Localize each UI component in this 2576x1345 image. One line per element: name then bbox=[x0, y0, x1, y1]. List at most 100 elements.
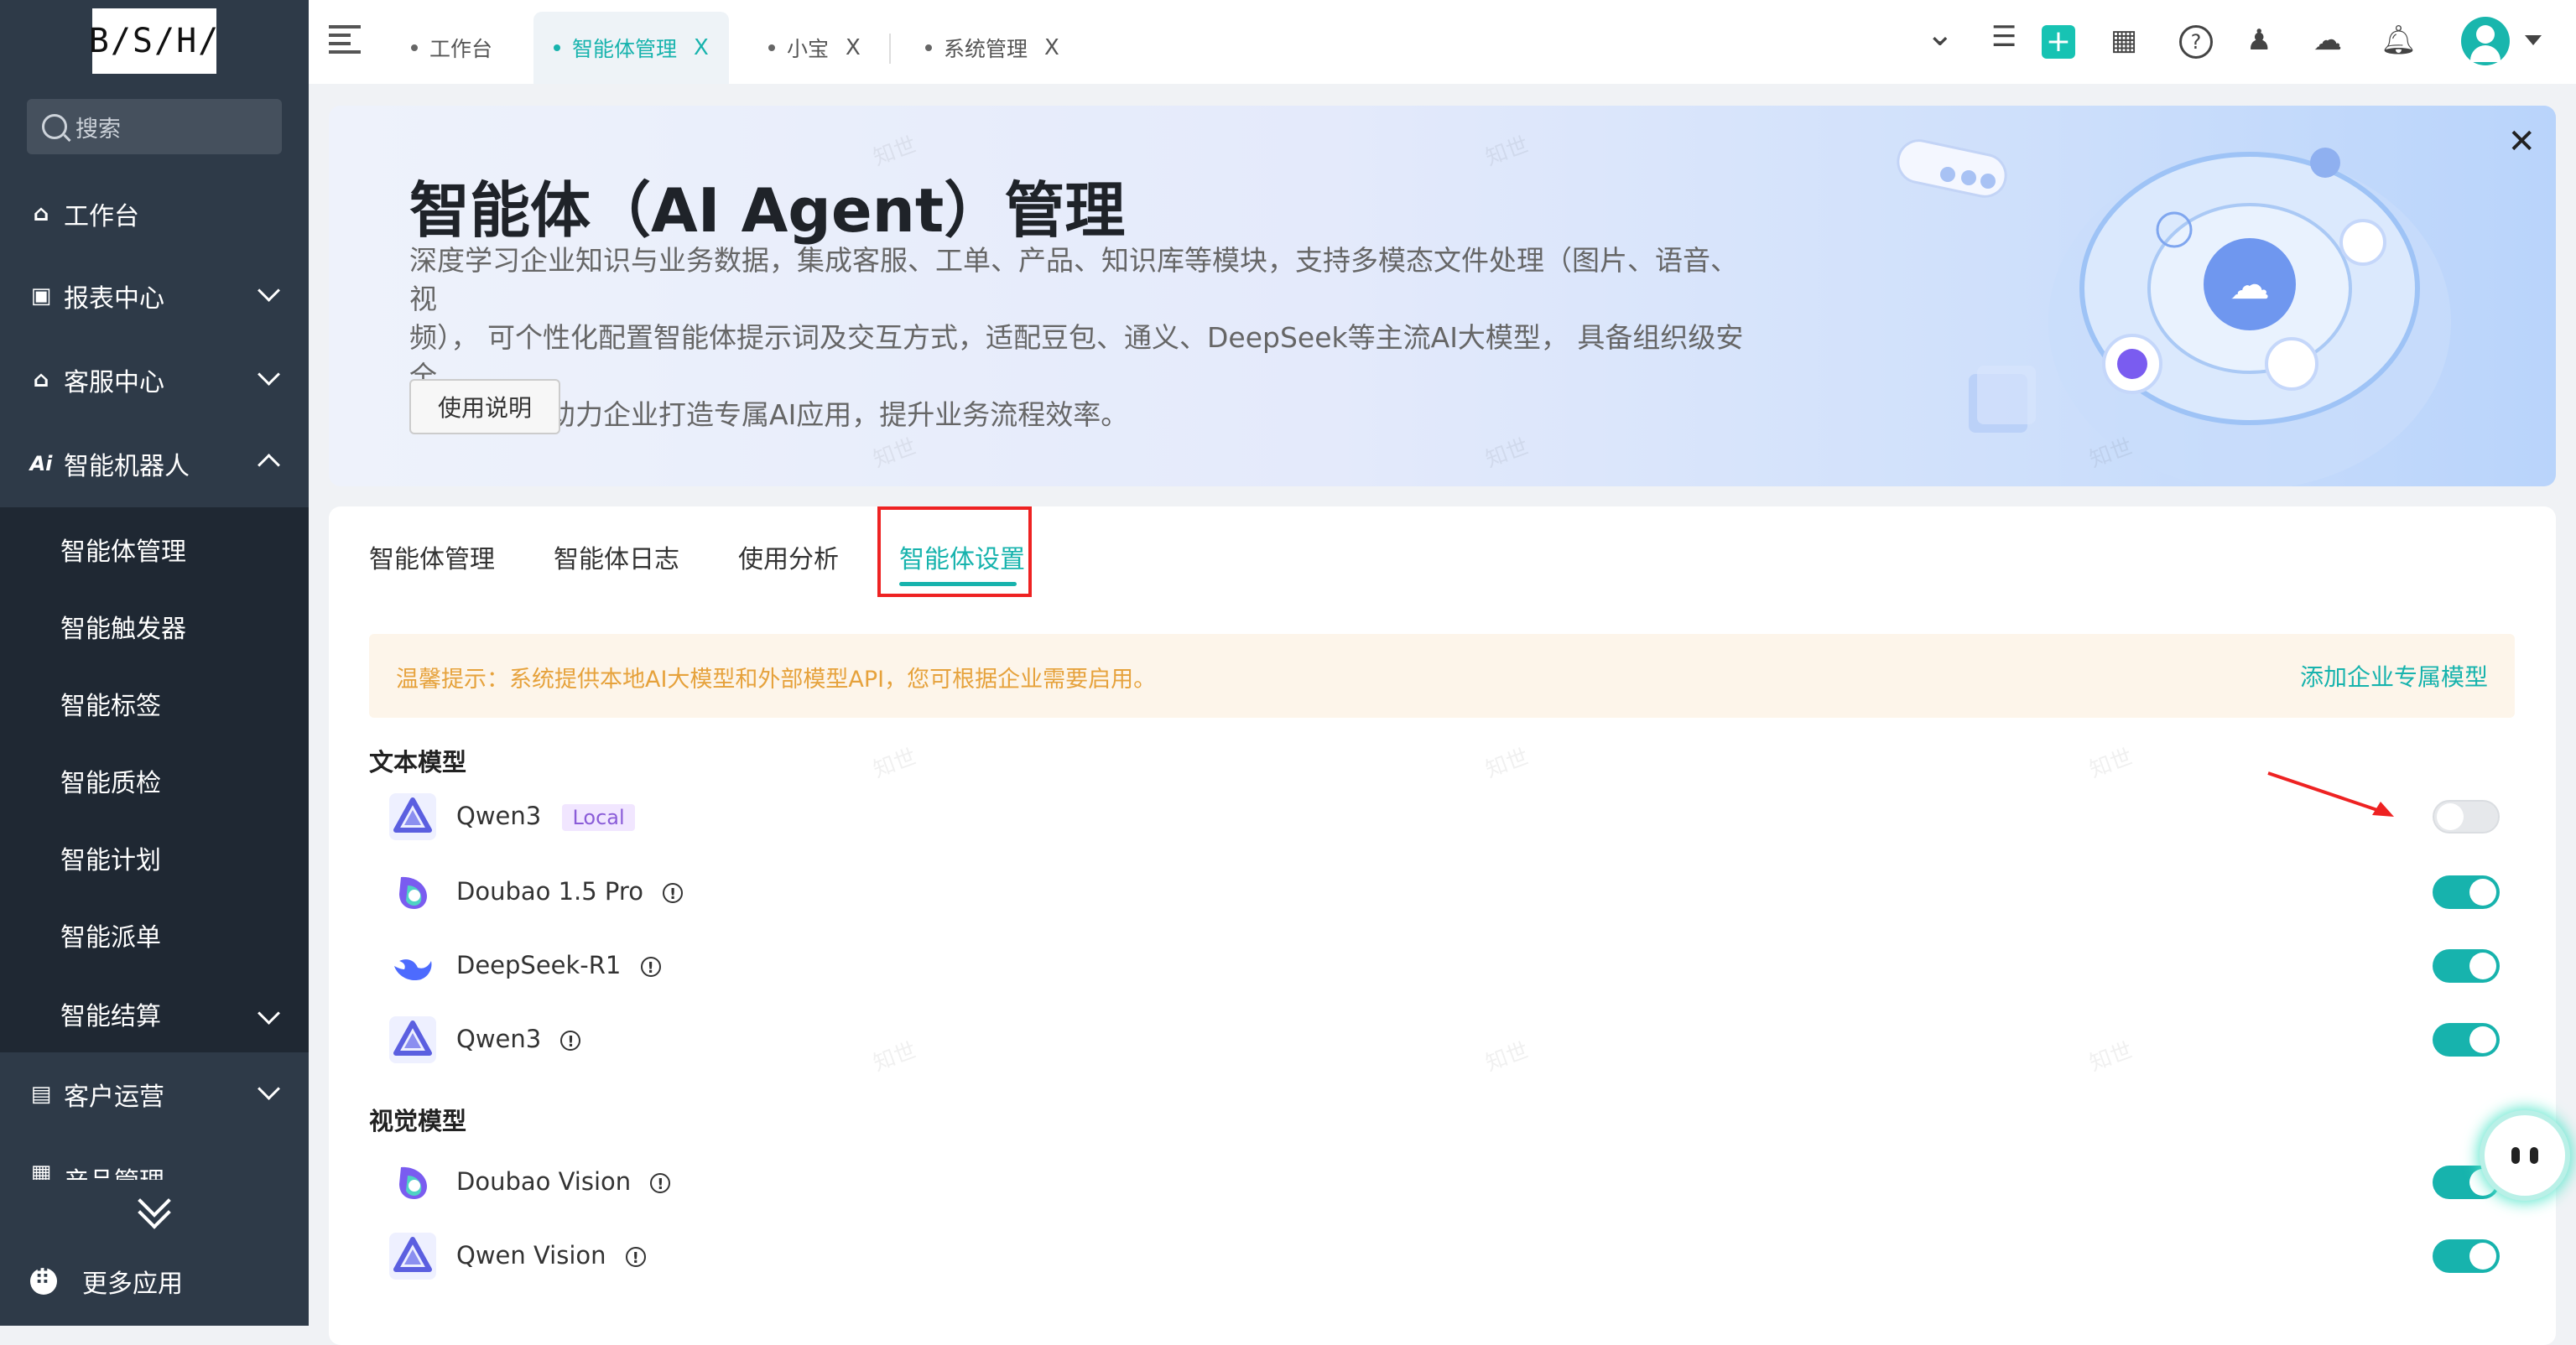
tab-dot-icon bbox=[554, 44, 560, 51]
red-arrow-annotation bbox=[2267, 771, 2394, 817]
info-icon[interactable]: ! bbox=[663, 883, 684, 903]
monitor-icon: ▣ bbox=[30, 283, 52, 309]
tab-agent-management[interactable]: 智能体管理 X bbox=[533, 12, 729, 84]
model-row: Qwen Vision ! bbox=[389, 1228, 2500, 1286]
close-icon[interactable]: X bbox=[694, 35, 709, 60]
sidebar-item-products[interactable]: ▦ 产品管理 bbox=[0, 1138, 309, 1180]
model-row: Qwen3 Local bbox=[389, 788, 2500, 847]
add-custom-model-link[interactable]: 添加企业专属模型 bbox=[2300, 659, 2488, 693]
info-icon[interactable]: ! bbox=[560, 1031, 581, 1051]
model-name: Qwen3 bbox=[456, 802, 542, 830]
tab-system-management[interactable]: 系统管理 X bbox=[925, 12, 1059, 84]
search-icon bbox=[42, 114, 67, 139]
intro-banner: 智能体（AI Agent）管理 深度学习企业知识与业务数据，集成客服、工单、产品… bbox=[329, 106, 2556, 486]
chevron-down-icon bbox=[258, 1002, 280, 1025]
sidebar: B/S/H/ 搜索 ⌂ 工作台 ▣ 报表中心 ⌂ 客服中心 Ai 智能机器人 智… bbox=[0, 0, 309, 1326]
apps-grid-icon bbox=[30, 1265, 57, 1295]
banner-description: 深度学习企业知识与业务数据，集成客服、工单、产品、知识库等模块，支持多模态文件处… bbox=[409, 244, 1744, 431]
info-icon[interactable]: ! bbox=[650, 1173, 671, 1193]
menu-collapse-icon[interactable] bbox=[329, 25, 361, 55]
cloud-download-icon[interactable]: ☁ bbox=[2313, 23, 2342, 57]
avatar[interactable] bbox=[2461, 17, 2510, 65]
qwen-logo-icon bbox=[389, 1016, 436, 1063]
chevron-down-icon bbox=[258, 1078, 280, 1100]
chevron-down-icon bbox=[258, 454, 280, 476]
model-enable-toggle[interactable] bbox=[2433, 1239, 2500, 1273]
sidebar-item-label: 报表中心 bbox=[64, 284, 164, 314]
model-name: Doubao 1.5 Pro bbox=[456, 877, 643, 906]
sidebar-search[interactable]: 搜索 bbox=[27, 99, 282, 154]
model-name: Doubao Vision bbox=[456, 1167, 632, 1196]
usage-guide-button[interactable]: 使用说明 bbox=[409, 379, 560, 434]
sidebar-item-workbench[interactable]: ⌂ 工作台 bbox=[0, 174, 309, 254]
doubao-logo-icon bbox=[399, 1166, 427, 1199]
assistant-eye-icon bbox=[2511, 1147, 2520, 1164]
info-icon[interactable]: ! bbox=[640, 957, 661, 977]
qwen-logo-icon bbox=[389, 793, 436, 840]
model-row: Qwen3 ! bbox=[389, 1011, 2500, 1070]
sidebar-item-label: 客服中心 bbox=[64, 368, 164, 397]
chevron-down-icon[interactable]: ⌄ bbox=[1926, 15, 1954, 54]
calendar-icon[interactable]: ▦ bbox=[2110, 23, 2137, 57]
sidebar-item-robot[interactable]: Ai 智能机器人 bbox=[0, 423, 309, 504]
sidebar-item-label: 智能机器人 bbox=[64, 452, 190, 481]
info-icon[interactable]: ! bbox=[625, 1247, 646, 1267]
notice-text: 温馨提示：系统提供本地AI大模型和外部模型API，您可根据企业需要启用。 bbox=[396, 667, 1157, 693]
doubao-logo-icon bbox=[399, 876, 427, 909]
list-icon[interactable]: ☰ bbox=[1991, 20, 2017, 54]
sidebar-item-label: 产品管理 bbox=[64, 1161, 164, 1180]
submenu-item-dispatch[interactable]: 智能派单 bbox=[60, 917, 161, 953]
model-name: Qwen Vision bbox=[456, 1241, 606, 1270]
model-enable-toggle[interactable] bbox=[2433, 800, 2500, 833]
bell-icon[interactable]: 🔔︎ bbox=[2381, 23, 2417, 57]
chevron-down-icon bbox=[258, 363, 280, 386]
app-logo[interactable]: B/S/H/ bbox=[89, 8, 218, 74]
sidebar-item-reports[interactable]: ▣ 报表中心 bbox=[0, 256, 309, 336]
chevron-down-icon bbox=[258, 279, 280, 302]
sidebar-item-service[interactable]: ⌂ 客服中心 bbox=[0, 340, 309, 420]
tab-agent-management-content[interactable]: 智能体管理 bbox=[369, 538, 495, 575]
robot-submenu: 智能体管理 智能触发器 智能标签 智能质检 智能计划 智能派单 智能结算 bbox=[0, 507, 309, 1052]
tab-agent-logs[interactable]: 智能体日志 bbox=[554, 538, 679, 575]
content-card: 智能体管理 智能体日志 使用分析 智能体设置 温馨提示：系统提供本地AI大模型和… bbox=[329, 506, 2556, 1345]
model-name: DeepSeek-R1 bbox=[456, 951, 622, 979]
tab-workbench[interactable]: 工作台 bbox=[411, 12, 492, 84]
tab-usage-analysis[interactable]: 使用分析 bbox=[738, 538, 839, 575]
vision-models-title: 视觉模型 bbox=[369, 1107, 467, 1135]
close-icon[interactable]: X bbox=[1044, 35, 1059, 60]
banner-title: 智能体（AI Agent）管理 bbox=[409, 175, 1126, 246]
model-enable-toggle[interactable] bbox=[2433, 949, 2500, 983]
box-icon: ▦ bbox=[30, 1161, 52, 1180]
assistant-eye-icon bbox=[2530, 1147, 2538, 1164]
submenu-item-agent-management[interactable]: 智能体管理 bbox=[60, 531, 186, 568]
tab-label: 智能体管理 bbox=[572, 37, 678, 61]
skin-icon[interactable]: ♟ bbox=[2246, 23, 2272, 57]
model-enable-toggle[interactable] bbox=[2433, 875, 2500, 909]
search-placeholder: 搜索 bbox=[75, 116, 121, 143]
contact-card-icon: ▤ bbox=[30, 1082, 52, 1107]
close-icon[interactable]: X bbox=[846, 35, 861, 60]
sidebar-item-customer-ops[interactable]: ▤ 客户运营 bbox=[0, 1054, 309, 1135]
close-icon[interactable]: ✕ bbox=[2507, 122, 2536, 161]
chat-bubble-illustration bbox=[1897, 139, 2007, 198]
add-icon[interactable]: + bbox=[2042, 25, 2075, 59]
submenu-item-tags[interactable]: 智能标签 bbox=[60, 685, 161, 722]
tab-xiaobao[interactable]: 小宝 X bbox=[768, 12, 861, 84]
svg-text:☁: ☁ bbox=[2230, 262, 2270, 309]
tab-label: 系统管理 bbox=[944, 37, 1028, 61]
caret-down-icon[interactable] bbox=[2525, 35, 2542, 45]
model-row: Doubao Vision ! bbox=[389, 1154, 2500, 1213]
floating-assistant-button[interactable] bbox=[2485, 1115, 2565, 1196]
help-icon[interactable]: ? bbox=[2179, 25, 2213, 59]
model-row: Doubao 1.5 Pro ! bbox=[389, 864, 2500, 922]
more-apps-button[interactable]: 更多应用 bbox=[30, 1263, 183, 1300]
local-badge: Local bbox=[562, 804, 635, 831]
submenu-item-quality[interactable]: 智能质检 bbox=[60, 762, 161, 799]
model-name: Qwen3 bbox=[456, 1025, 542, 1053]
submenu-item-settlement[interactable]: 智能结算 bbox=[60, 995, 161, 1032]
more-apps-label: 更多应用 bbox=[82, 1270, 183, 1299]
submenu-item-plan[interactable]: 智能计划 bbox=[60, 839, 161, 876]
model-enable-toggle[interactable] bbox=[2433, 1023, 2500, 1057]
ai-icon: Ai bbox=[29, 452, 53, 475]
submenu-item-trigger[interactable]: 智能触发器 bbox=[60, 608, 186, 645]
